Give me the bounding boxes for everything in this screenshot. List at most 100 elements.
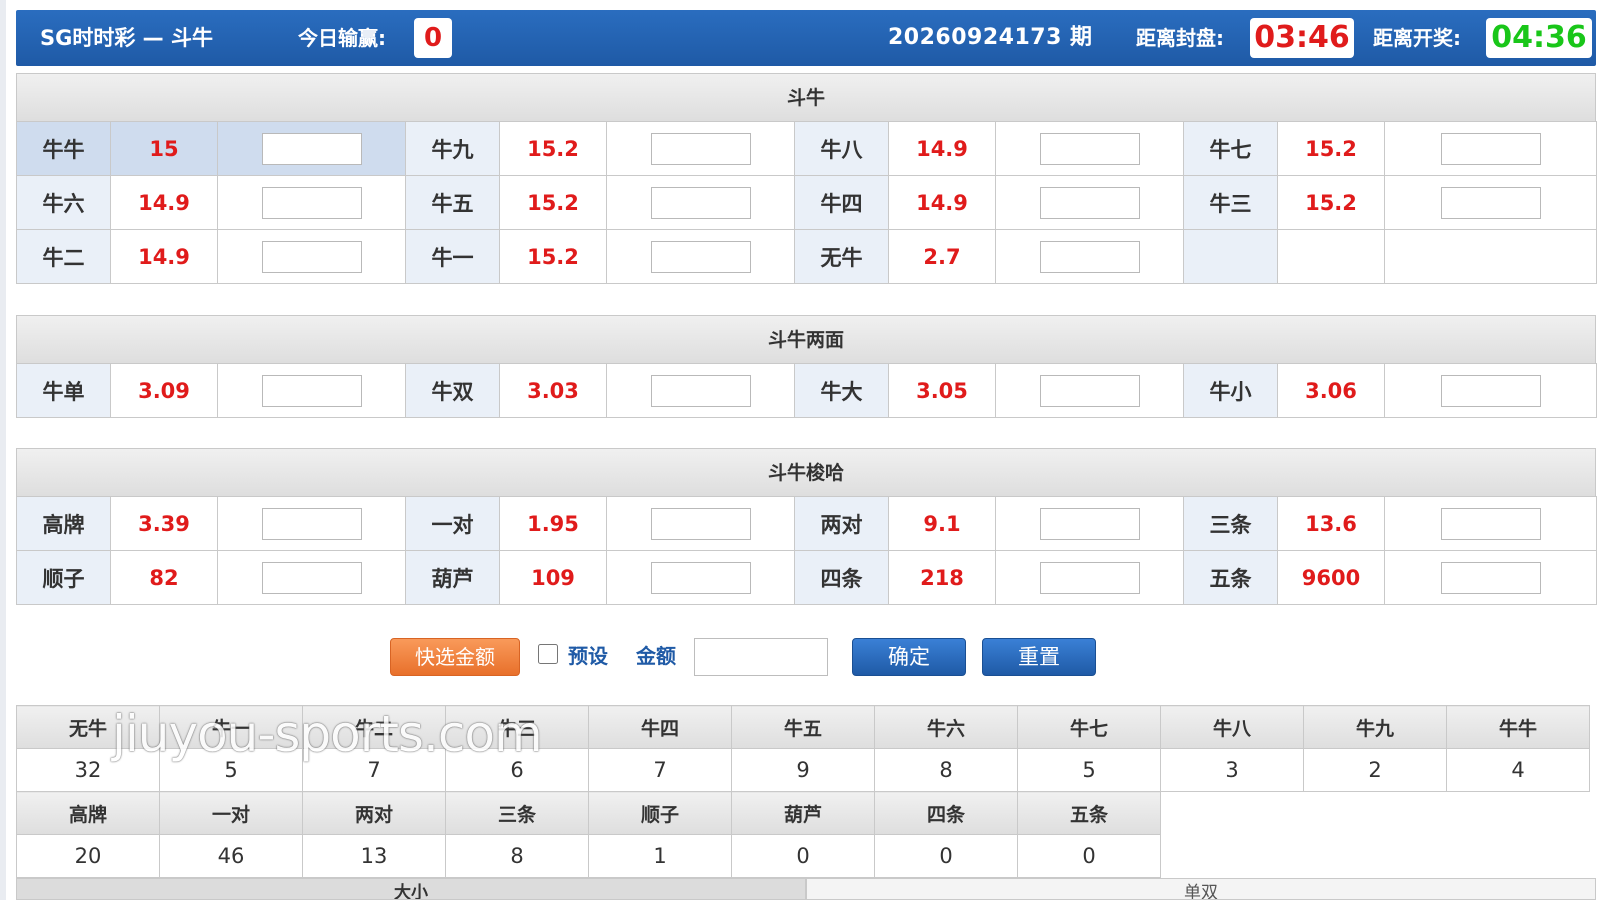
bet-amount-input[interactable] (261, 507, 362, 540)
bet-table: 牛单 3.09 牛双 3.03 牛大 3.05 牛小 3.06 (16, 363, 1597, 418)
amount-input[interactable] (694, 638, 828, 676)
bet-amount-input[interactable] (261, 561, 362, 594)
bet-odds: 15.2 (499, 121, 607, 176)
bet-amount-input[interactable] (650, 561, 751, 594)
reset-button[interactable]: 重置 (982, 638, 1096, 676)
stats-value: 9 (731, 748, 875, 792)
amount-label: 金额 (636, 644, 676, 668)
confirm-button[interactable]: 确定 (852, 638, 966, 676)
stats-table-hand: 高牌 一对 两对 三条 顺子 葫芦 四条 五条 20 46 13 8 1 0 0… (16, 791, 1161, 878)
bottom-stats-tabs: 大小 单双 (16, 878, 1596, 900)
bet-amount-input[interactable] (650, 374, 751, 407)
bet-amount-cell (606, 496, 795, 551)
bet-amount-cell (1384, 550, 1597, 605)
bet-odds: 82 (110, 550, 218, 605)
stats-value: 0 (731, 834, 875, 878)
section-douniu-showhand: 斗牛梭哈 高牌 3.39 一对 1.95 两对 9.1 三条 13.6 顺子 8… (16, 448, 1597, 605)
bet-name: 牛五 (405, 175, 500, 230)
bet-odds: 218 (888, 550, 996, 605)
bet-amount-cell (995, 363, 1184, 418)
stats-table-niu: 无牛 牛一 牛二 牛三 牛四 牛五 牛六 牛七 牛八 牛九 牛牛 32 5 7 … (16, 705, 1590, 792)
bet-amount-input[interactable] (1039, 132, 1140, 165)
bet-amount-cell (995, 121, 1184, 176)
bet-odds: 14.9 (888, 175, 996, 230)
bet-name: 牛双 (405, 363, 500, 418)
close-countdown-label: 距离封盘: (1136, 26, 1224, 50)
bet-row: 牛二 14.9 牛一 15.2 无牛 2.7 (16, 229, 1597, 284)
bet-name: 牛大 (794, 363, 889, 418)
stats-header: 一对 (159, 791, 303, 835)
bet-amount-input[interactable] (1039, 240, 1140, 273)
stats-header: 牛三 (445, 705, 589, 749)
empty-cell (1384, 229, 1597, 284)
stats-header: 葫芦 (731, 791, 875, 835)
bet-odds: 9.1 (888, 496, 996, 551)
bet-amount-input[interactable] (261, 240, 362, 273)
stats-header: 两对 (302, 791, 446, 835)
stats-value: 6 (445, 748, 589, 792)
bet-amount-input[interactable] (1440, 561, 1541, 594)
stats-value: 1 (588, 834, 732, 878)
preset-checkbox[interactable] (538, 644, 558, 664)
bet-amount-input[interactable] (1440, 374, 1541, 407)
stats-value: 5 (1017, 748, 1161, 792)
empty-cell (1183, 229, 1278, 284)
bet-name: 葫芦 (405, 550, 500, 605)
quick-amount-button[interactable]: 快选金额 (390, 638, 520, 676)
bet-odds: 3.09 (110, 363, 218, 418)
bet-amount-cell (995, 550, 1184, 605)
bet-name: 五条 (1183, 550, 1278, 605)
bet-amount-cell (217, 229, 406, 284)
tab-odd-even[interactable]: 单双 (806, 878, 1596, 900)
bet-amount-cell (606, 229, 795, 284)
bet-amount-input[interactable] (1440, 186, 1541, 219)
bet-amount-cell (606, 550, 795, 605)
stats-value: 3 (1160, 748, 1304, 792)
stats-header-row: 高牌 一对 两对 三条 顺子 葫芦 四条 五条 (16, 791, 1161, 835)
bet-amount-input[interactable] (650, 507, 751, 540)
bet-amount-input[interactable] (1039, 374, 1140, 407)
bet-odds: 109 (499, 550, 607, 605)
stats-value: 5 (159, 748, 303, 792)
empty-cell (1277, 229, 1385, 284)
bet-amount-input[interactable] (1440, 507, 1541, 540)
stats-header: 三条 (445, 791, 589, 835)
bet-amount-input[interactable] (650, 240, 751, 273)
bet-name: 高牌 (16, 496, 111, 551)
today-winloss-label: 今日输赢: (298, 26, 386, 50)
stats-value: 7 (302, 748, 446, 792)
bet-amount-input[interactable] (1039, 507, 1140, 540)
bet-row: 牛牛 15 牛九 15.2 牛八 14.9 牛七 15.2 (16, 121, 1597, 176)
bet-odds: 2.7 (888, 229, 996, 284)
bet-amount-input[interactable] (261, 132, 362, 165)
bet-name: 三条 (1183, 496, 1278, 551)
bet-row: 高牌 3.39 一对 1.95 两对 9.1 三条 13.6 (16, 496, 1597, 551)
bet-amount-input[interactable] (1440, 132, 1541, 165)
bet-amount-cell (606, 363, 795, 418)
preset-label: 预设 (568, 644, 608, 668)
stats-value: 2 (1303, 748, 1447, 792)
bet-name: 牛小 (1183, 363, 1278, 418)
stats-value: 8 (445, 834, 589, 878)
bet-name: 牛六 (16, 175, 111, 230)
tab-big-small[interactable]: 大小 (16, 878, 806, 900)
stats-value: 0 (874, 834, 1018, 878)
bet-amount-input[interactable] (261, 374, 362, 407)
bet-amount-cell (217, 121, 406, 176)
bet-odds: 3.05 (888, 363, 996, 418)
stats-header: 牛九 (1303, 705, 1447, 749)
bet-amount-input[interactable] (1039, 561, 1140, 594)
bet-name: 四条 (794, 550, 889, 605)
stats-header: 五条 (1017, 791, 1161, 835)
today-winloss-value: 0 (414, 18, 452, 58)
bet-controls: 快选金额 预设 金额 确定 重置 (0, 636, 1600, 676)
bet-table: 牛牛 15 牛九 15.2 牛八 14.9 牛七 15.2 牛六 14.9 牛五… (16, 121, 1597, 284)
stats-header: 顺子 (588, 791, 732, 835)
bet-amount-input[interactable] (650, 132, 751, 165)
bet-amount-input[interactable] (261, 186, 362, 219)
stats-header: 牛五 (731, 705, 875, 749)
bet-amount-input[interactable] (1039, 186, 1140, 219)
bet-amount-input[interactable] (650, 186, 751, 219)
bet-name: 无牛 (794, 229, 889, 284)
stats-header: 牛四 (588, 705, 732, 749)
